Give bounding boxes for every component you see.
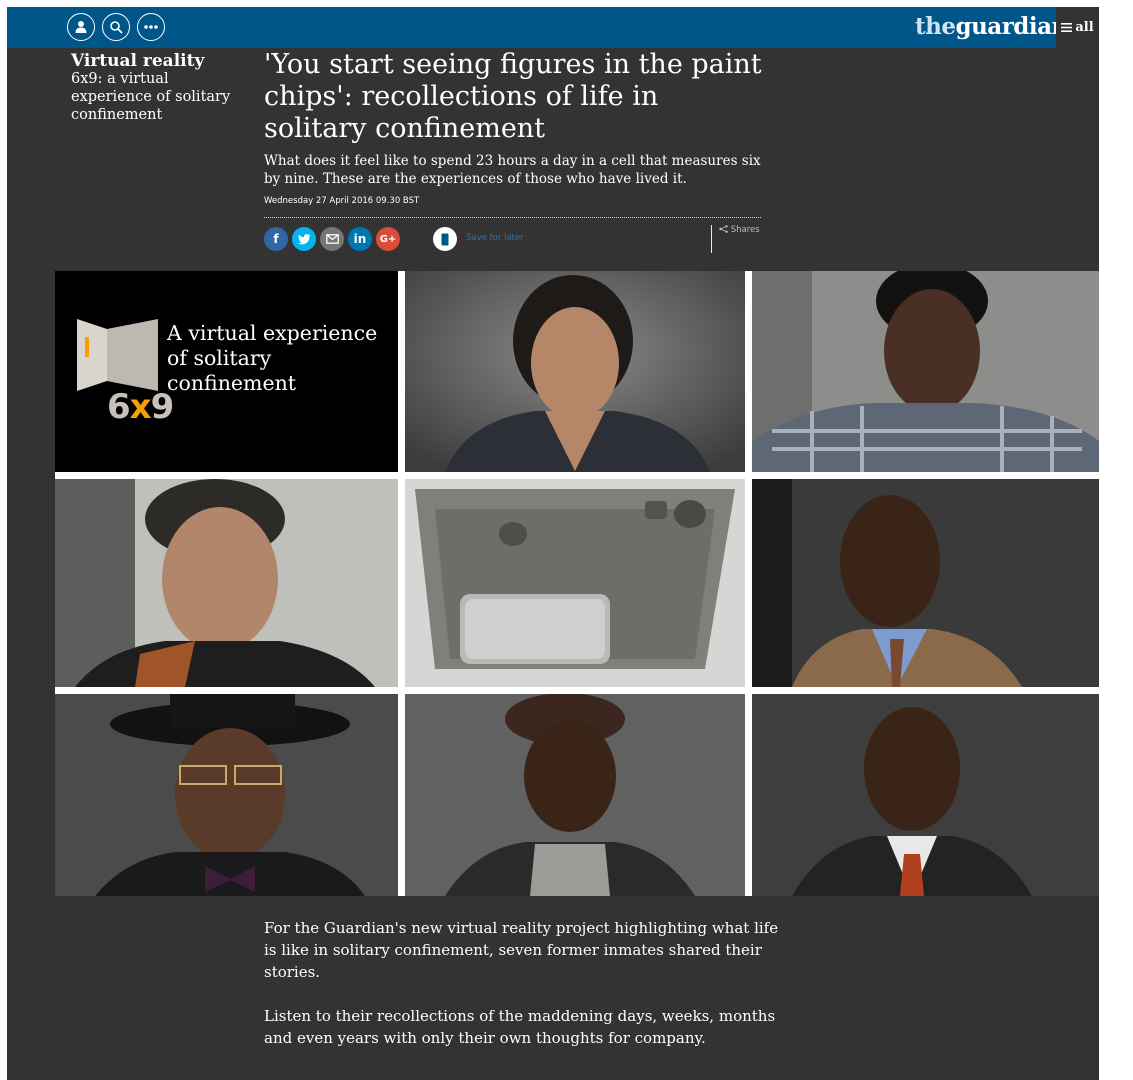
portrait-man-hat[interactable] [55, 694, 398, 896]
portrait-man-red-tie[interactable] [752, 694, 1099, 896]
series-link[interactable]: 6x9: a virtual experience of solitary co… [71, 70, 251, 124]
more-icon[interactable] [137, 13, 165, 41]
email-share-button[interactable] [320, 227, 344, 251]
portrait-woman[interactable] [405, 271, 745, 472]
linkedin-share-button[interactable]: in [348, 227, 372, 251]
search-icon[interactable] [102, 13, 130, 41]
portrait-man-cap[interactable] [405, 694, 745, 896]
facebook-share-button[interactable]: f [264, 227, 288, 251]
logo-six: 6 [107, 387, 131, 427]
overhead-cell-image[interactable] [405, 479, 745, 687]
bookmark-icon [441, 233, 449, 245]
shares-label: Shares [730, 225, 760, 235]
twitter-icon [297, 233, 310, 244]
promo-6x9-logo: 6x9 [107, 387, 175, 427]
page-frame: theguardian all Virtual reality 6x9: a v… [7, 7, 1099, 1080]
promo-6x9-tile[interactable]: A virtual experience of solitary confine… [55, 271, 398, 472]
meta-divider [264, 217, 761, 218]
page-title: 'You start seeing figures in the paint c… [264, 49, 762, 144]
portrait-grid: A virtual experience of solitary confine… [55, 271, 1099, 896]
promo-tagline-line1: A virtual experience [167, 321, 378, 345]
googleplus-icon: G+ [379, 233, 397, 245]
linkedin-icon: in [353, 232, 367, 246]
publish-date: Wednesday 27 April 2016 09.30 BST [264, 196, 420, 206]
portrait-man-blond[interactable] [55, 479, 398, 687]
twitter-share-button[interactable] [292, 227, 316, 251]
email-icon [325, 234, 339, 244]
section-link[interactable]: Virtual reality [71, 51, 251, 71]
share-icon [719, 225, 728, 233]
share-count: Shares [719, 225, 760, 235]
logo-main: guardian [955, 13, 1068, 40]
all-sections-menu-button[interactable]: all [1056, 7, 1099, 48]
portrait-man-suit[interactable] [752, 479, 1099, 687]
masthead-bar: theguardian all [7, 7, 1099, 48]
facebook-icon: f [273, 232, 279, 246]
save-for-later-button[interactable] [433, 227, 457, 251]
logo-x: x [129, 387, 152, 427]
logo-nine: 9 [150, 387, 175, 427]
logo-prefix: the [915, 13, 956, 40]
save-for-later-label[interactable]: Save for later [466, 233, 524, 243]
menu-label: all [1075, 20, 1094, 35]
googleplus-share-button[interactable]: G+ [376, 227, 400, 251]
profile-icon[interactable] [67, 13, 95, 41]
guardian-logo[interactable]: theguardian [915, 12, 1068, 42]
article-body: For the Guardian's new virtual reality p… [264, 917, 779, 1071]
portrait-man-plaid[interactable] [752, 271, 1099, 472]
body-paragraph: Listen to their recollections of the mad… [264, 1007, 776, 1047]
shares-divider [711, 225, 712, 253]
body-paragraph: For the Guardian's new virtual reality p… [264, 919, 779, 981]
standfirst: What does it feel like to spend 23 hours… [264, 153, 761, 187]
promo-tagline-line2: of solitary confinement [167, 346, 297, 395]
menu-icon [1061, 23, 1073, 32]
